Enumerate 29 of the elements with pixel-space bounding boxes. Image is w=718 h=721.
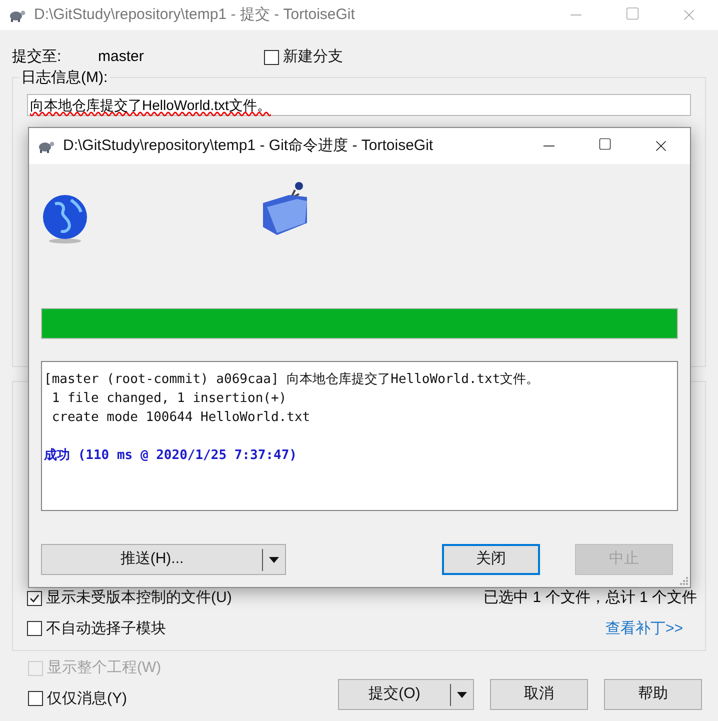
checkbox-label: 显示整个工程(W) [47,658,162,678]
check-icon [29,592,40,604]
log-line: [master (root-commit) a069caa] 向本地仓库提交了HelloWorld.txt文件。 [44,371,540,389]
selection-summary: 已选中 1 个文件，总计 1 个文件 [484,588,697,608]
commit-to-label: 提交至: [12,46,62,67]
checkbox-label: 仅仅消息(Y) [47,688,127,708]
success-line: 成功 (110 ms @ 2020/1/25 7:37:47) [44,447,297,465]
dialog-button[interactable]: 帮助 [604,679,702,710]
dialog-button[interactable]: 关闭 [442,544,540,575]
log-line: 1 file changed, 1 insertion(+) [50,390,287,408]
checkbox[interactable] [264,50,279,64]
checkbox[interactable] [27,590,42,606]
maximize-icon[interactable] [598,137,612,151]
view-patch-link[interactable]: 查看补丁>> [605,618,683,640]
globe-icon [41,194,89,244]
checkbox-label: 显示未受版本控制的文件(U) [46,588,232,608]
window-title: D:\GitStudy\repository\temp1 - 提交 - TortoiseGit [34,4,355,25]
checkbox-label: 不自动选择子模块 [46,618,166,638]
checkbox[interactable] [27,621,42,636]
message-field[interactable]: 向本地仓库提交了HelloWorld.txt文件。 [27,94,691,116]
split-button[interactable]: 推送(H)... [41,544,286,575]
dialog-button[interactable]: 取消 [490,679,588,710]
branch-name: master [98,46,145,67]
log-line: create mode 100644 HelloWorld.txt [50,409,310,427]
dialog-title: D:\GitStudy\repository\temp1 - Git命令进度 - TortoiseGit [63,136,434,156]
checkbox[interactable] [28,691,43,706]
checkbox-label: 新建分支 [283,46,343,67]
split-button[interactable]: 提交(O) [338,679,474,710]
resize-grip-icon [678,575,688,585]
